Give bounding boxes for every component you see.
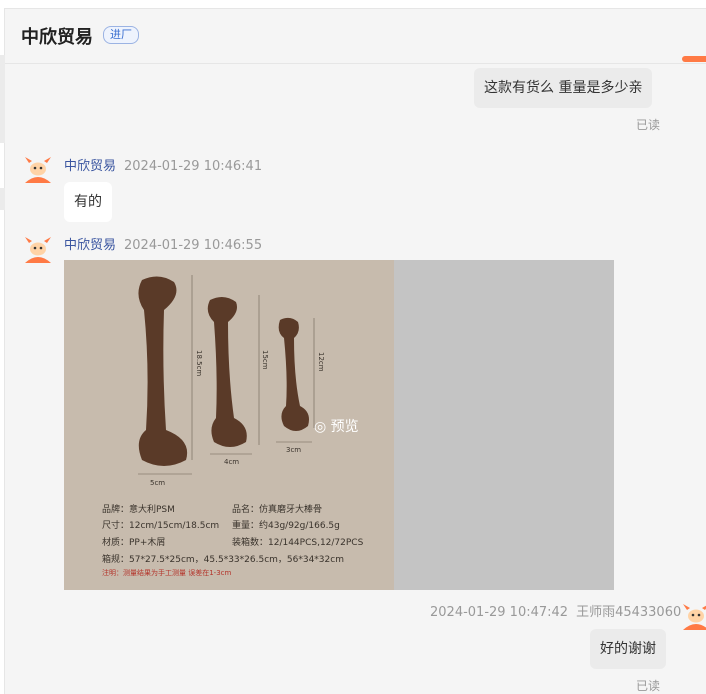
preview-button[interactable]: ◎ 预览 [314, 416, 359, 436]
message-bubble-incoming[interactable]: 有的 [64, 182, 112, 222]
dim-label: 4cm [224, 458, 240, 466]
spec-line: 品牌：意大利PSM [102, 505, 175, 515]
status-badge[interactable]: 进厂 [103, 26, 139, 44]
message-meta: 中欣贸易 2024-01-29 10:46:41 [64, 155, 262, 174]
avatar-cow-icon[interactable] [22, 234, 54, 266]
dim-label: 15cm [261, 350, 269, 370]
avatar-cow-icon[interactable] [682, 601, 706, 633]
spec-line: 箱规：57*27.5*25cm，45.5*33*26.5cm，56*34*32c… [102, 555, 344, 565]
sender-name[interactable]: 王师雨45433060 [576, 605, 681, 620]
read-status: 已读 [636, 679, 661, 693]
spec-line: 装箱数：12/144PCS,12/72PCS [232, 538, 364, 548]
chat-title: 中欣贸易 [21, 27, 93, 48]
avatar-cow-icon[interactable] [22, 154, 54, 186]
message-meta: 中欣贸易 2024-01-29 10:46:55 [64, 234, 262, 253]
spec-note: 注明：测量结果为手工测量 误差在1-3cm [102, 569, 232, 577]
message-time: 2024-01-29 10:46:55 [124, 238, 263, 253]
chat-header: 中欣贸易 进厂 [5, 9, 706, 64]
preview-label: 预览 [330, 419, 359, 435]
scroll-strip [0, 55, 5, 143]
spec-line: 尺寸：12cm/15cm/18.5cm [102, 521, 220, 531]
image-message[interactable]: 18.5cm 15cm 12cm 5cm 4cm 3cm 品牌：意大利PSM 品… [64, 260, 614, 590]
dim-label: 18.5cm [195, 350, 203, 377]
spec-line: 品名：仿真磨牙大棒骨 [232, 505, 323, 515]
scroll-strip-lower [0, 188, 5, 210]
dim-label: 12cm [317, 352, 325, 372]
message-bubble-outgoing[interactable]: 这款有货么 重量是多少亲 [474, 68, 653, 108]
message-time: 2024-01-29 10:46:41 [124, 159, 263, 174]
side-tab[interactable] [682, 56, 706, 62]
message-time: 2024-01-29 10:47:42 [430, 605, 569, 620]
sender-name[interactable]: 中欣贸易 [64, 238, 116, 253]
message-bubble-outgoing[interactable]: 好的谢谢 [590, 629, 666, 669]
dim-label: 3cm [286, 446, 302, 454]
sender-name[interactable]: 中欣贸易 [64, 159, 116, 174]
read-status: 已读 [636, 118, 661, 132]
bone-toys-illustration [138, 275, 315, 475]
spec-line: 材质：PP+木屑 [102, 538, 166, 548]
message-meta: 2024-01-29 10:47:42 王师雨45433060 [430, 601, 681, 620]
eye-icon: ◎ [314, 419, 327, 435]
dim-label: 5cm [150, 479, 166, 487]
spec-line: 重量：约43g/92g/166.5g [232, 521, 340, 531]
